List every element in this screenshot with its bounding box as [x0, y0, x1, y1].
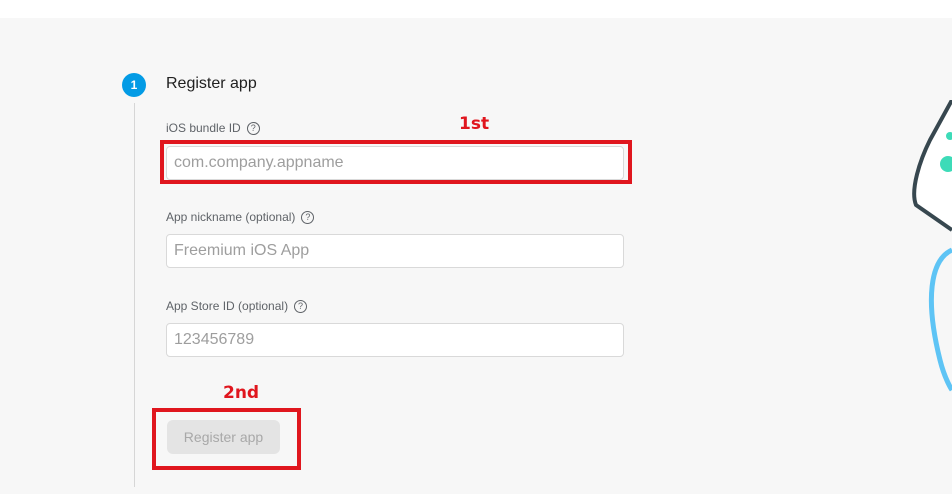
store-id-label-text: App Store ID (optional) — [166, 299, 289, 313]
step-title: Register app — [166, 75, 257, 92]
help-icon[interactable]: ? — [301, 210, 315, 224]
annotation-label-second: 2nd — [223, 383, 260, 403]
phone-illustration — [912, 100, 952, 392]
bundle-id-label-text: iOS bundle ID — [166, 121, 241, 135]
top-bar — [0, 0, 952, 18]
help-icon[interactable]: ? — [294, 299, 308, 313]
nickname-input[interactable] — [166, 234, 624, 268]
help-icon[interactable]: ? — [246, 121, 260, 135]
nickname-label-text: App nickname (optional) — [166, 210, 296, 224]
nickname-label: App nickname (optional) ? — [166, 210, 315, 224]
store-id-input[interactable] — [166, 323, 624, 357]
annotation-box-first — [160, 140, 632, 184]
annotation-label-first: 1st — [459, 114, 490, 134]
step-connector-line — [134, 103, 135, 487]
annotation-box-second — [152, 408, 301, 470]
step-number-badge: 1 — [122, 73, 146, 97]
store-id-label: App Store ID (optional) ? — [166, 299, 308, 313]
illustration-curve — [928, 247, 952, 392]
bundle-id-label: iOS bundle ID ? — [166, 121, 260, 135]
